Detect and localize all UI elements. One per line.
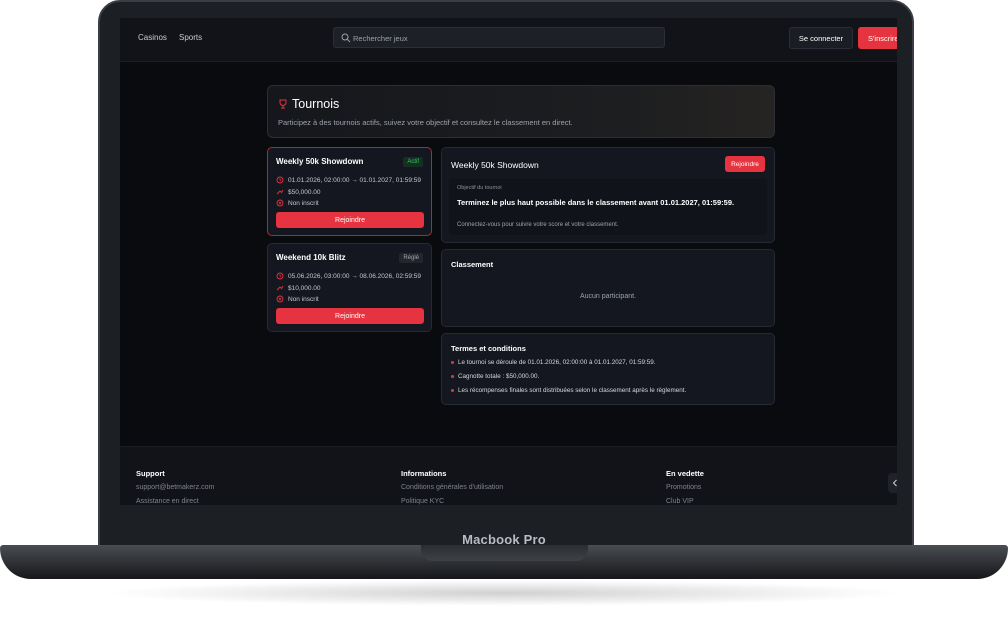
terms-item: Le tournoi se déroule de 01.01.2026, 02:… — [451, 359, 655, 366]
page-header: Tournois Participez à des tournois actif… — [267, 85, 775, 138]
footer-column-informations: Informations Conditions générales d'util… — [401, 469, 503, 505]
footer-link[interactable]: Club VIP — [666, 498, 704, 505]
laptop-shadow — [100, 580, 908, 606]
screen: Casinos Sports Rechercher jeux Se connec… — [120, 18, 897, 505]
clock-icon — [276, 272, 284, 280]
footer-heading: En vedette — [666, 469, 704, 478]
join-button[interactable]: Rejoindre — [276, 212, 424, 228]
clock-icon — [276, 176, 284, 184]
login-button[interactable]: Se connecter — [789, 27, 853, 49]
tournament-card[interactable]: Weekly 50k Showdown Actif 01.01.2026, 02… — [267, 147, 432, 236]
prize-icon — [276, 285, 284, 291]
device-label: Macbook Pro — [462, 532, 546, 547]
trophy-icon — [279, 99, 287, 109]
leaderboard-panel: Classement Aucun participant. — [441, 249, 775, 327]
search-placeholder: Rechercher jeux — [353, 34, 408, 43]
leaderboard-title: Classement — [451, 260, 494, 269]
search-icon — [341, 33, 351, 43]
status-badge: Actif — [403, 157, 423, 167]
bullet — [451, 361, 454, 364]
top-bar: Casinos Sports Rechercher jeux Se connec… — [120, 18, 897, 62]
footer-heading: Support — [136, 469, 165, 478]
tournament-prize: $50,000.00 — [276, 188, 321, 196]
bullet — [451, 389, 454, 392]
footer-heading: Informations — [401, 469, 447, 478]
prize-icon — [276, 189, 284, 195]
status-icon — [276, 295, 284, 303]
terms-item: Cagnotte totale : $50,000.00. — [451, 373, 539, 380]
nav-casinos[interactable]: Casinos — [138, 33, 167, 42]
footer-column-featured: En vedette Promotions Club VIP — [666, 469, 704, 505]
laptop-notch — [421, 545, 588, 561]
chat-toggle-button[interactable] — [888, 473, 897, 493]
connect-note: Connectez-vous pour suivre votre score e… — [457, 222, 619, 228]
terms-title: Termes et conditions — [451, 344, 526, 353]
page-subtitle: Participez à des tournois actifs, suivez… — [278, 118, 573, 127]
terms-item: Les récompenses finales sont distribuées… — [451, 387, 686, 394]
status-icon — [276, 199, 284, 207]
tournament-registration: Non inscrit — [276, 199, 319, 207]
objective-label: Objectif du tournoi — [457, 185, 502, 191]
footer-link[interactable]: support@betmakerz.com — [136, 484, 214, 491]
tournament-name: Weekend 10k Blitz — [276, 253, 346, 262]
detail-join-button[interactable]: Rejoindre — [725, 156, 765, 172]
footer: Support support@betmakerz.com Assistance… — [120, 446, 897, 505]
signup-button[interactable]: S'inscrire — [858, 27, 897, 49]
footer-link[interactable]: Conditions générales d'utilisation — [401, 484, 503, 491]
footer-link[interactable]: Promotions — [666, 484, 704, 491]
bullet — [451, 375, 454, 378]
tournament-dates: 01.01.2026, 02:00:00 → 01.01.2027, 01:59… — [276, 176, 421, 184]
detail-title: Weekly 50k Showdown — [451, 160, 539, 170]
tournament-card[interactable]: Weekend 10k Blitz Réglé 05.06.2026, 03:0… — [267, 243, 432, 332]
footer-link[interactable]: Assistance en direct — [136, 498, 214, 505]
terms-panel: Termes et conditions Le tournoi se dérou… — [441, 333, 775, 405]
tournament-registration: Non inscrit — [276, 295, 319, 303]
footer-link[interactable]: Politique KYC — [401, 498, 503, 505]
leaderboard-empty: Aucun participant. — [579, 293, 637, 300]
tournament-dates: 05.06.2026, 03:00:00 → 08.06.2026, 02:59… — [276, 272, 421, 280]
tournament-prize: $10,000.00 — [276, 284, 321, 292]
search-input[interactable]: Rechercher jeux — [333, 27, 665, 48]
join-button[interactable]: Rejoindre — [276, 308, 424, 324]
tournament-detail-panel: Weekly 50k Showdown Rejoindre Objectif d… — [441, 147, 775, 243]
page-title: Tournois — [292, 97, 340, 111]
status-badge: Réglé — [399, 253, 423, 263]
objective-text: Terminez le plus haut possible dans le c… — [457, 198, 735, 207]
tournament-name: Weekly 50k Showdown — [276, 157, 364, 166]
nav-sports[interactable]: Sports — [179, 33, 202, 42]
chevron-left-icon — [892, 479, 897, 487]
footer-column-support: Support support@betmakerz.com Assistance… — [136, 469, 214, 505]
objective-card: Objectif du tournoi Terminez le plus hau… — [449, 179, 767, 235]
